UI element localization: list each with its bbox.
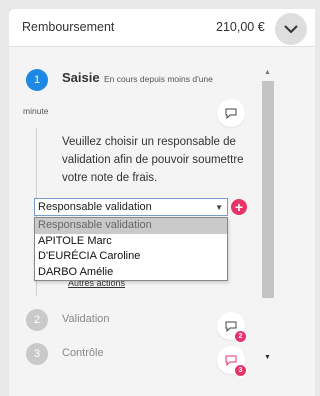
step-3-label: Contrôle <box>62 347 104 359</box>
step-1-status-cont: minute <box>23 106 49 116</box>
scroll-up-icon[interactable]: ▲ <box>264 69 271 76</box>
speech-bubble-icon <box>225 355 237 366</box>
plus-icon: + <box>234 199 244 215</box>
step-2-label: Validation <box>62 313 110 325</box>
step-1-description: Veuillez choisir un responsable de valid… <box>62 136 244 184</box>
validator-dropdown: Responsable validation APITOLE Marc D'EU… <box>34 217 228 281</box>
reimbursement-panel: Remboursement 210,00 € 1 Saisie En cours… <box>9 9 315 396</box>
caret-down-icon: ▼ <box>215 203 223 212</box>
validator-select[interactable]: Responsable validation ▼ <box>34 198 228 216</box>
step-1-title: Saisie <box>62 70 100 85</box>
scrollbar-thumb[interactable] <box>262 81 274 298</box>
comment-count-badge: 3 <box>234 364 247 377</box>
scroll-down-icon[interactable]: ▼ <box>264 354 271 361</box>
step-2-circle: 2 <box>26 309 48 331</box>
panel-header[interactable]: Remboursement 210,00 € <box>9 9 315 47</box>
chevron-down-icon <box>284 24 298 33</box>
header-amount: 210,00 € <box>216 20 265 34</box>
step-2-comment-button[interactable]: 2 <box>217 312 247 343</box>
header-title: Remboursement <box>22 20 115 34</box>
step-1-comment-button[interactable] <box>217 99 245 127</box>
step-1-status: En cours depuis moins d'une <box>104 74 213 84</box>
step-3-circle: 3 <box>26 343 48 365</box>
add-validator-button[interactable]: + <box>231 199 247 215</box>
dropdown-option[interactable]: APITOLE Marc <box>35 234 227 250</box>
speech-bubble-icon <box>225 321 237 332</box>
validator-select-value: Responsable validation <box>38 201 152 213</box>
step-1-circle: 1 <box>26 69 48 91</box>
collapse-button[interactable] <box>275 13 307 45</box>
workflow-content: 1 Saisie En cours depuis moins d'une min… <box>9 48 315 396</box>
step-3-comment-button[interactable]: 3 <box>217 346 247 377</box>
dropdown-option[interactable]: Responsable validation <box>35 218 227 234</box>
dropdown-option[interactable]: DARBO Amélie <box>35 265 227 281</box>
dropdown-option[interactable]: D'EURÉCIA Caroline <box>35 249 227 265</box>
scrollbar[interactable]: ▲ ▼ <box>262 67 274 367</box>
speech-bubble-icon <box>225 108 237 119</box>
comment-count-badge: 2 <box>234 330 247 343</box>
